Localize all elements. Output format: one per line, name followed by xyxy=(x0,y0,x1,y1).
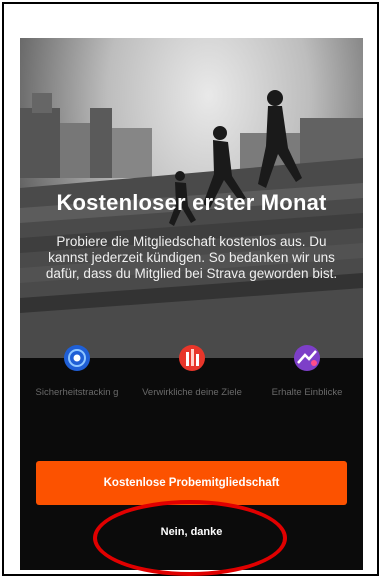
page-title: Kostenloser erster Monat xyxy=(56,190,327,215)
feature-item-insights: Erhalte Einblicke xyxy=(252,343,362,398)
safety-tracking-icon xyxy=(64,345,90,371)
start-trial-button[interactable]: Kostenlose Probemitgliedschaft xyxy=(36,461,347,505)
page-subtitle: Probiere die Mitgliedschaft kostenlos au… xyxy=(45,234,338,281)
app-screen: Kostenloser erster Monat Probiere die Mi… xyxy=(20,38,363,570)
annotation-ellipse xyxy=(93,500,287,576)
feature-item-goals: Verwirkliche deine Ziele xyxy=(137,343,247,398)
feature-label: Sicherheitstrackin g xyxy=(35,387,119,398)
feature-item-safety: Sicherheitstrackin g xyxy=(22,343,132,398)
feature-label: Verwirkliche deine Ziele xyxy=(142,387,242,398)
feature-list: Sicherheitstrackin g Verwirkliche deine … xyxy=(20,343,363,423)
feature-label: Erhalte Einblicke xyxy=(271,387,343,398)
goals-icon xyxy=(179,345,205,371)
insights-icon xyxy=(294,345,320,371)
